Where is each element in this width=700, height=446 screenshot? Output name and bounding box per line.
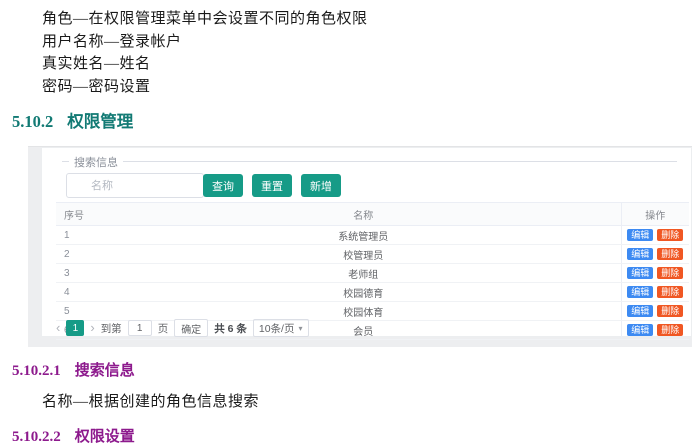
doc-line-role: 角色—在权限管理菜单中会设置不同的角色权限 — [42, 8, 700, 31]
table-row: 4 校园德育 编辑删除 — [56, 283, 689, 302]
prev-page-icon[interactable]: ‹ — [56, 320, 60, 336]
search-button-row: 查询 重置 新增 — [203, 174, 341, 197]
fieldset-divider — [62, 161, 677, 162]
subsection-title: 搜索信息 — [75, 363, 135, 379]
column-header-name: 名称 — [106, 203, 621, 226]
add-button[interactable]: 新增 — [301, 174, 341, 197]
total-count-label: 共 6 条 — [214, 321, 247, 336]
subsection-heading-search-info: 5.10.2.1 搜索信息 — [12, 359, 700, 380]
query-button[interactable]: 查询 — [203, 174, 243, 197]
row-index: 1 — [56, 226, 106, 245]
subsection-number: 5.10.2.2 — [12, 429, 61, 445]
edit-button[interactable]: 编辑 — [627, 305, 653, 317]
row-index: 4 — [56, 283, 106, 302]
delete-button[interactable]: 删除 — [657, 324, 683, 336]
role-name: 校管理员 — [106, 245, 621, 264]
subsection-title: 权限设置 — [75, 429, 135, 445]
role-name: 老师组 — [106, 264, 621, 283]
edit-button[interactable]: 编辑 — [627, 229, 653, 241]
doc-line-realname: 真实姓名—姓名 — [42, 53, 700, 76]
table-row: 5 校园体育 编辑删除 — [56, 302, 689, 321]
edit-button[interactable]: 编辑 — [627, 286, 653, 298]
role-name: 校园体育 — [106, 302, 621, 321]
doc-intro: 角色—在权限管理菜单中会设置不同的角色权限 用户名称—登录帐户 真实姓名—姓名 … — [0, 0, 700, 98]
subsection-heading-permission-setting: 5.10.2.2 权限设置 — [12, 425, 700, 446]
delete-button[interactable]: 删除 — [657, 229, 683, 241]
reset-button[interactable]: 重置 — [252, 174, 292, 197]
section-title: 权限管理 — [67, 112, 133, 131]
edit-button[interactable]: 编辑 — [627, 267, 653, 279]
role-name: 系统管理员 — [106, 226, 621, 245]
column-header-action: 操作 — [621, 203, 689, 226]
search-section-legend: 搜索信息 — [69, 154, 123, 170]
caret-down-icon: ▾ — [298, 324, 302, 333]
role-name: 校园德育 — [106, 283, 621, 302]
section-number: 5.10.2 — [12, 112, 53, 131]
search-input[interactable] — [66, 173, 204, 198]
section-heading-permission-management: 5.10.2 权限管理 — [12, 108, 700, 132]
delete-button[interactable]: 删除 — [657, 305, 683, 317]
row-index: 2 — [56, 245, 106, 264]
table-row: 3 老师组 编辑删除 — [56, 264, 689, 283]
per-page-value: 10条/页 — [259, 321, 295, 336]
per-page-select[interactable]: 10条/页 ▾ — [253, 319, 309, 337]
goto-page-input[interactable] — [128, 320, 152, 336]
doc-line-search-desc: 名称—根据创建的角色信息搜索 — [42, 390, 700, 411]
goto-label: 到第 — [101, 321, 122, 336]
column-header-index: 序号 — [56, 203, 106, 226]
table-row: 1 系统管理员 编辑删除 — [56, 226, 689, 245]
pagination-bar: ‹ 1 › 到第 页 确定 共 6 条 10条/页 ▾ — [56, 319, 309, 337]
page-unit-label: 页 — [158, 321, 169, 336]
delete-button[interactable]: 删除 — [657, 248, 683, 260]
confirm-button[interactable]: 确定 — [174, 319, 208, 337]
edit-button[interactable]: 编辑 — [627, 248, 653, 260]
doc-line-password: 密码—密码设置 — [42, 76, 700, 99]
table-header-row: 序号 名称 操作 — [56, 203, 689, 226]
screenshot-panel: 搜索信息 查询 重置 新增 序号 名称 操作 1 系统管理员 编辑删除 — [41, 147, 692, 337]
subsection-number: 5.10.2.1 — [12, 363, 61, 379]
next-page-icon[interactable]: › — [90, 320, 94, 336]
delete-button[interactable]: 删除 — [657, 286, 683, 298]
row-index: 3 — [56, 264, 106, 283]
row-index: 5 — [56, 302, 106, 321]
current-page-button[interactable]: 1 — [66, 320, 84, 336]
doc-line-username: 用户名称—登录帐户 — [42, 31, 700, 54]
table-row: 2 校管理员 编辑删除 — [56, 245, 689, 264]
edit-button[interactable]: 编辑 — [627, 324, 653, 336]
embedded-screenshot: 搜索信息 查询 重置 新增 序号 名称 操作 1 系统管理员 编辑删除 — [28, 146, 692, 347]
delete-button[interactable]: 删除 — [657, 267, 683, 279]
